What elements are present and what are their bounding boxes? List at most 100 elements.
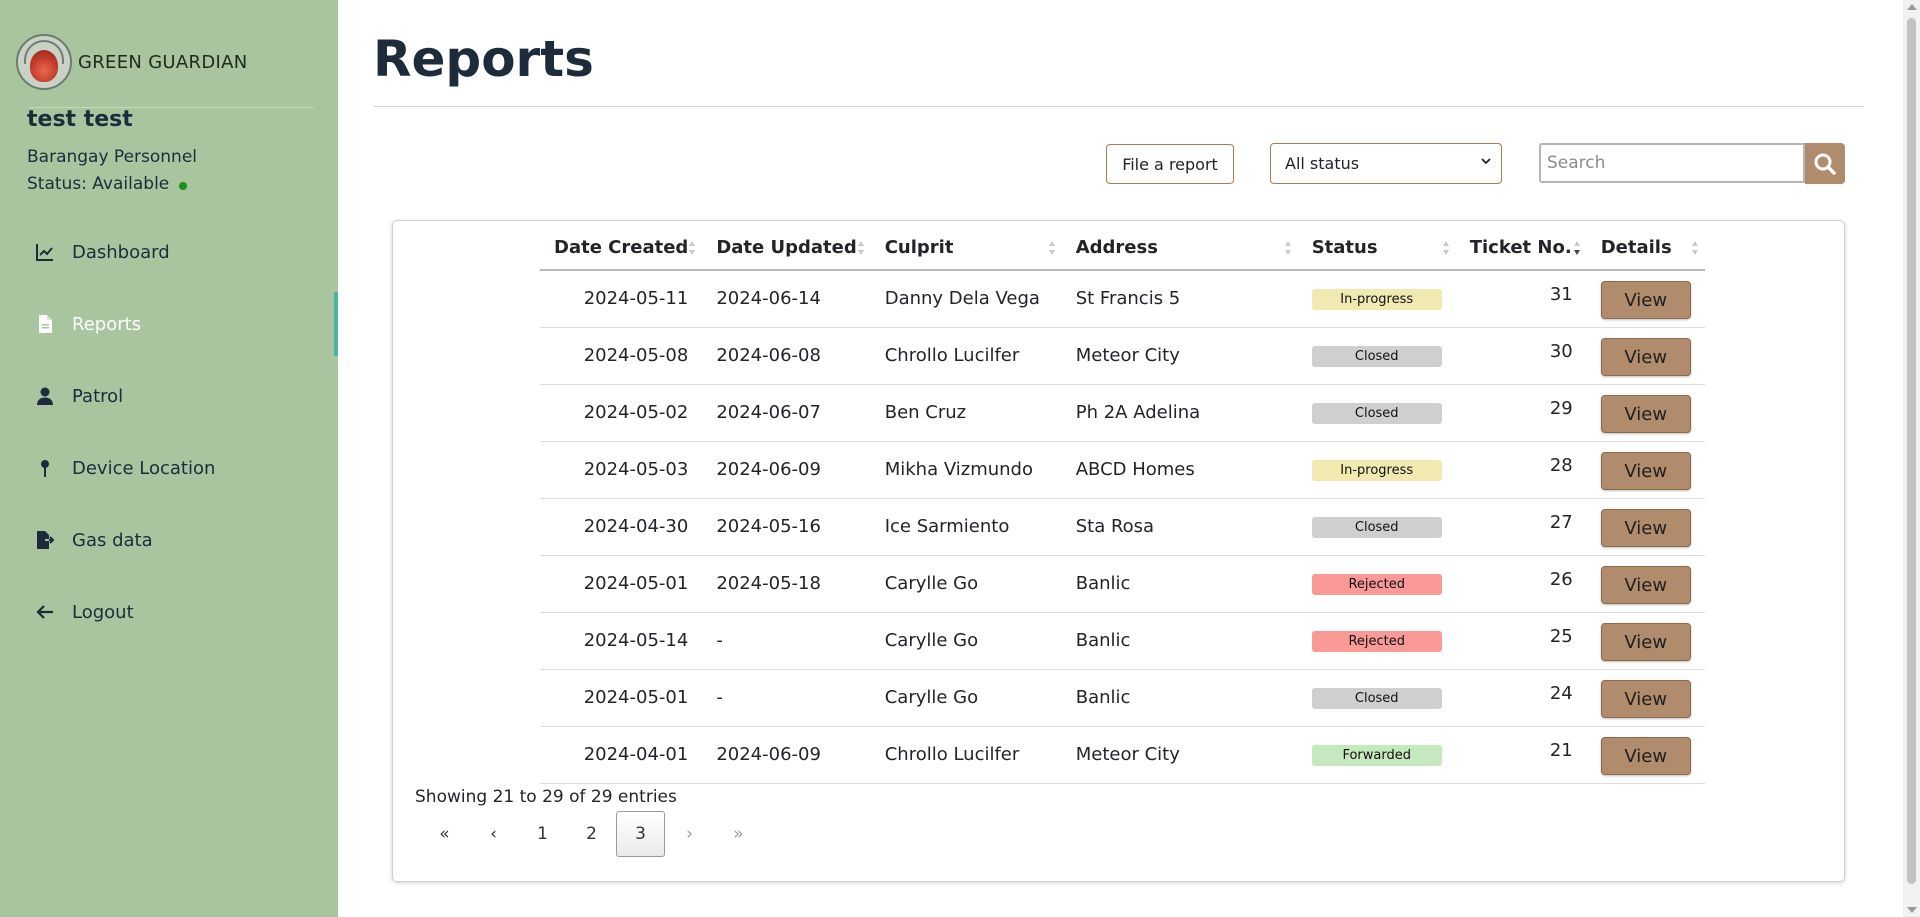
column-header-address[interactable]: Address bbox=[1061, 226, 1298, 271]
cell-ticket-no: 28 bbox=[1455, 441, 1587, 499]
sidebar-item-logout[interactable]: Logout bbox=[0, 576, 338, 648]
cell-address: Banlic bbox=[1061, 555, 1298, 613]
search-icon bbox=[1814, 153, 1836, 175]
sidebar-item-reports[interactable]: Reports bbox=[0, 288, 338, 360]
ticket-number: 29 bbox=[1549, 398, 1573, 419]
cell-status: Closed bbox=[1297, 384, 1456, 442]
table-row: 2024-05-11 2024-06-14 Danny Dela Vega St Fr… bbox=[540, 270, 1705, 328]
ticket-number: 31 bbox=[1549, 284, 1573, 306]
ticket-number: 24 bbox=[1549, 683, 1573, 704]
sort-icon bbox=[1284, 241, 1291, 255]
cell-date-updated: 2024-05-18 bbox=[702, 555, 871, 613]
column-header-details[interactable]: Details bbox=[1586, 226, 1705, 271]
cell-date-updated: 2024-06-07 bbox=[702, 384, 871, 442]
cell-address: St Francis 5 bbox=[1061, 270, 1298, 328]
cell-date-updated: - bbox=[702, 669, 871, 727]
sidebar-item-device-location[interactable]: Device Location bbox=[0, 432, 338, 504]
column-header-date-updated[interactable]: Date Updated bbox=[702, 226, 871, 271]
cell-date-created: 2024-04-01 bbox=[540, 726, 703, 784]
sort-icon bbox=[1442, 241, 1449, 255]
cell-address: Sta Rosa bbox=[1061, 498, 1298, 556]
table-header-row: Date Created Date Updated Culprit Addres… bbox=[540, 226, 1705, 271]
search-input[interactable] bbox=[1539, 143, 1805, 183]
view-button[interactable]: View bbox=[1600, 395, 1691, 433]
cell-status: In-progress bbox=[1297, 270, 1456, 328]
cell-status: Forwarded bbox=[1297, 726, 1456, 784]
sidebar-nav: Dashboard Reports Patrol Device Location… bbox=[0, 216, 338, 648]
pagination-last[interactable]: » bbox=[714, 811, 763, 857]
cell-details: View bbox=[1586, 555, 1705, 613]
sidebar-item-gas-data[interactable]: Gas data bbox=[0, 504, 338, 576]
column-header-ticket-no[interactable]: Ticket No. bbox=[1455, 226, 1587, 271]
view-button[interactable]: View bbox=[1600, 566, 1691, 604]
status-badge: In-progress bbox=[1311, 460, 1442, 481]
sort-icon bbox=[1691, 241, 1698, 255]
title-divider bbox=[374, 106, 1863, 107]
map-pin-icon bbox=[34, 457, 56, 479]
cell-details: View bbox=[1586, 327, 1705, 385]
view-button[interactable]: View bbox=[1600, 623, 1691, 661]
status-badge: Closed bbox=[1311, 346, 1442, 367]
pagination-page-3[interactable]: 3 bbox=[616, 811, 665, 857]
view-button[interactable]: View bbox=[1600, 680, 1691, 718]
ticket-number: 27 bbox=[1549, 512, 1573, 533]
cell-details: View bbox=[1586, 498, 1705, 556]
cell-date-updated: 2024-06-14 bbox=[702, 270, 871, 328]
sort-icon bbox=[1048, 241, 1055, 255]
sort-icon bbox=[857, 241, 864, 255]
file-report-button[interactable]: File a report bbox=[1106, 144, 1234, 184]
column-header-culprit[interactable]: Culprit bbox=[870, 226, 1062, 271]
cell-culprit: Ben Cruz bbox=[870, 384, 1062, 442]
sort-icon bbox=[689, 241, 696, 255]
status-badge: Forwarded bbox=[1311, 745, 1442, 766]
user-status-text: Status: Available bbox=[27, 174, 170, 194]
view-button[interactable]: View bbox=[1600, 452, 1691, 490]
view-button[interactable]: View bbox=[1600, 509, 1691, 547]
pagination-page-2[interactable]: 2 bbox=[567, 811, 616, 857]
table-row: 2024-05-08 2024-06-08 Chrollo Lucilfer Mete… bbox=[540, 327, 1705, 385]
scroll-thumb[interactable] bbox=[1907, 18, 1916, 884]
pagination: « ‹ 1 2 3 › » bbox=[420, 811, 763, 857]
cell-date-created: 2024-05-03 bbox=[540, 441, 703, 499]
view-button[interactable]: View bbox=[1600, 338, 1691, 376]
user-name: test test bbox=[27, 107, 133, 132]
view-button[interactable]: View bbox=[1600, 281, 1691, 320]
cell-date-created: 2024-05-01 bbox=[540, 669, 703, 727]
cell-culprit: Carylle Go bbox=[870, 555, 1062, 613]
column-header-status[interactable]: Status bbox=[1297, 226, 1456, 271]
cell-address: Ph 2A Adelina bbox=[1061, 384, 1298, 442]
ticket-number: 30 bbox=[1549, 341, 1573, 362]
status-filter-select[interactable]: All status bbox=[1270, 143, 1502, 184]
pagination-page-1[interactable]: 1 bbox=[518, 811, 567, 857]
page-scrollbar[interactable] bbox=[1903, 0, 1920, 917]
cell-details: View bbox=[1586, 612, 1705, 670]
cell-ticket-no: 31 bbox=[1455, 270, 1587, 328]
cell-date-created: 2024-05-02 bbox=[540, 384, 703, 442]
table-row: 2024-05-01- Carylle Go Banlic Closed 24 View bbox=[540, 669, 1705, 727]
table-row: 2024-05-01 2024-05-18 Carylle Go Banlic Reje… bbox=[540, 555, 1705, 613]
sidebar-item-dashboard[interactable]: Dashboard bbox=[0, 216, 338, 288]
cell-ticket-no: 21 bbox=[1455, 726, 1587, 784]
cell-status: In-progress bbox=[1297, 441, 1456, 499]
cell-details: View bbox=[1586, 726, 1705, 784]
brand[interactable]: GREEN GUARDIAN bbox=[16, 34, 247, 90]
table-row: 2024-05-03 2024-06-09 Mikha Vizmundo ABCD H… bbox=[540, 441, 1705, 499]
status-badge: Closed bbox=[1311, 403, 1442, 424]
cell-date-created: 2024-05-01 bbox=[540, 555, 703, 613]
cell-ticket-no: 24 bbox=[1455, 669, 1587, 727]
pagination-first[interactable]: « bbox=[420, 811, 469, 857]
table-row: 2024-05-14- Carylle Go Banlic Rejected 25 Vie… bbox=[540, 612, 1705, 670]
sidebar-item-patrol[interactable]: Patrol bbox=[0, 360, 338, 432]
column-header-label: Address bbox=[1075, 237, 1158, 258]
entries-info: Showing 21 to 29 of 29 entries bbox=[415, 787, 677, 807]
pagination-previous[interactable]: ‹ bbox=[469, 811, 518, 857]
scroll-down-icon[interactable] bbox=[1907, 907, 1917, 913]
status-dot-icon bbox=[179, 181, 188, 190]
column-header-date-created[interactable]: Date Created bbox=[540, 226, 703, 271]
view-button[interactable]: View bbox=[1600, 737, 1691, 775]
scroll-up-icon[interactable] bbox=[1907, 4, 1917, 10]
cell-address: ABCD Homes bbox=[1061, 441, 1298, 499]
cell-date-updated: 2024-06-08 bbox=[702, 327, 871, 385]
pagination-next[interactable]: › bbox=[665, 811, 714, 857]
search-button[interactable] bbox=[1805, 143, 1845, 184]
